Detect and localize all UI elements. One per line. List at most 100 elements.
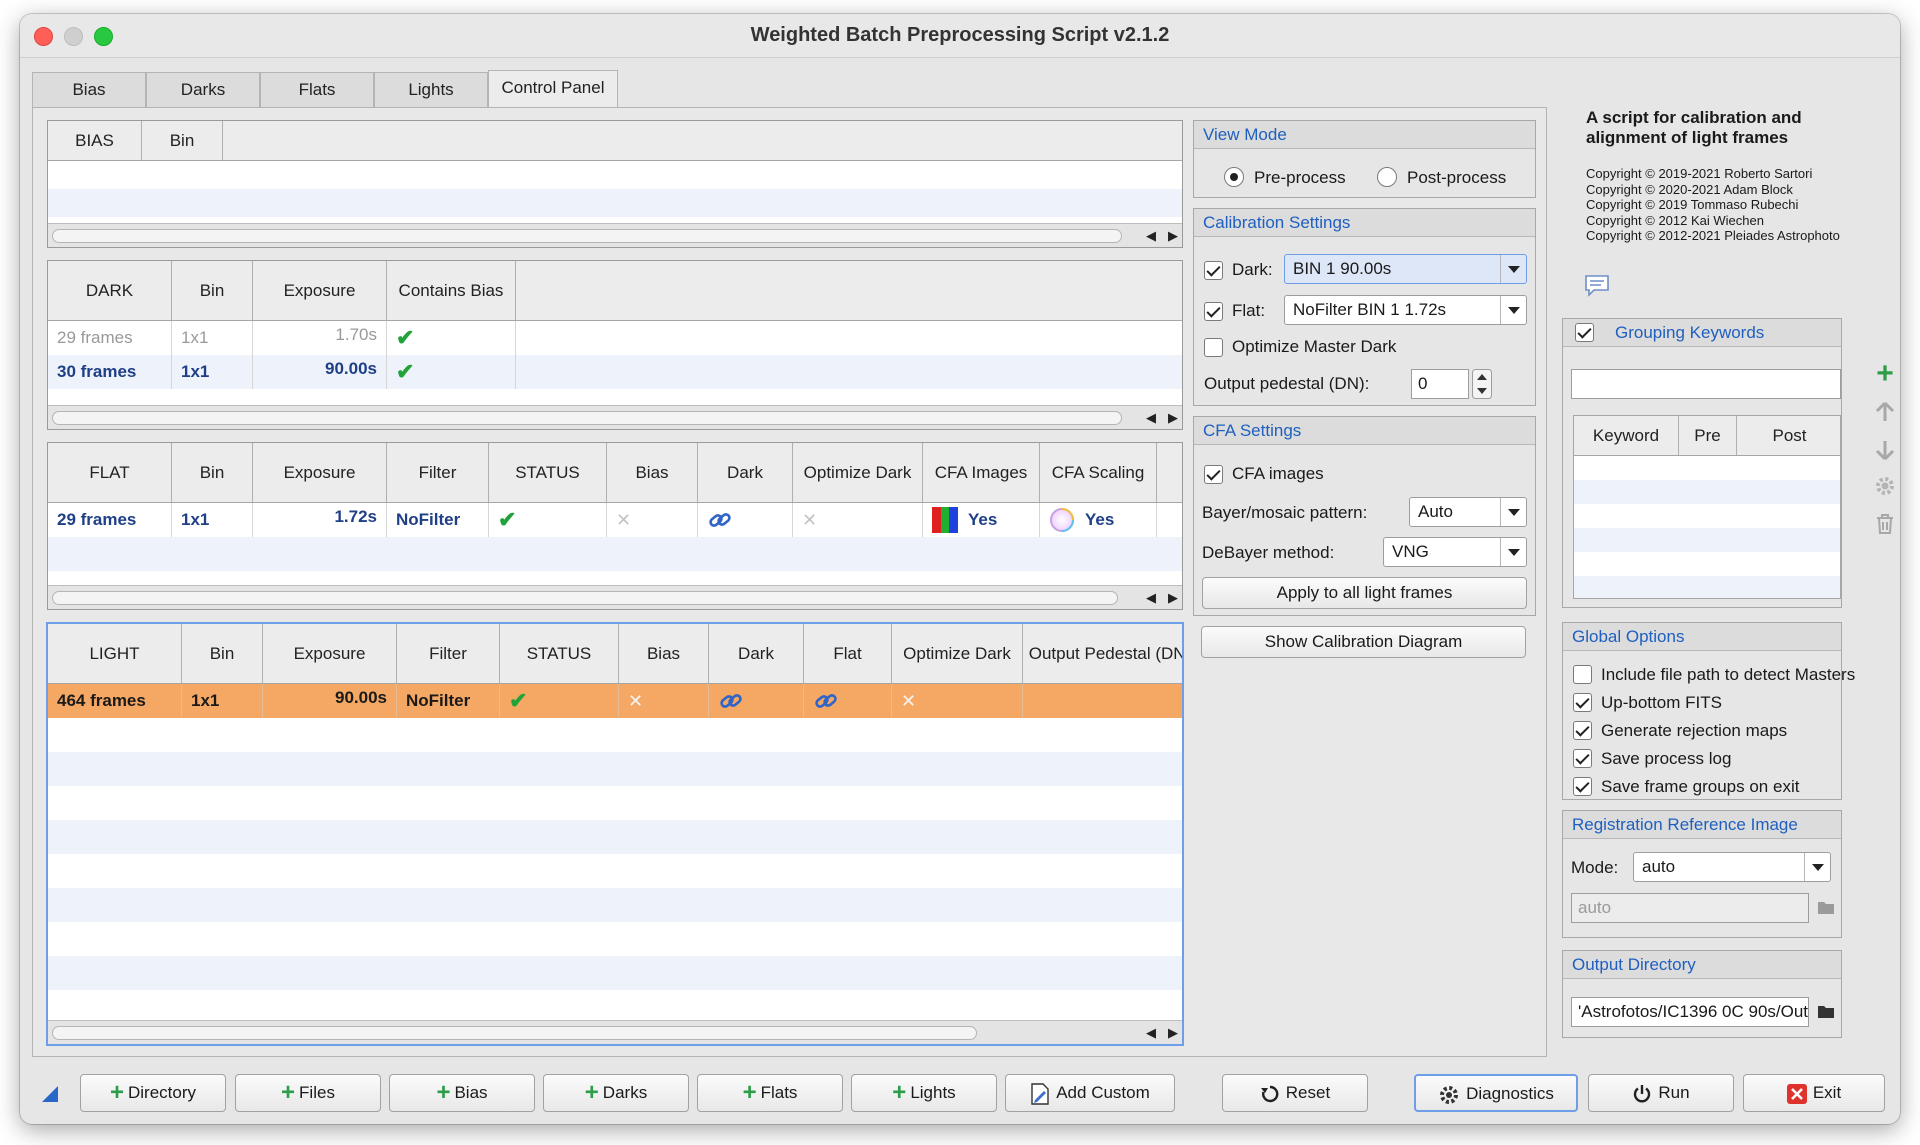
tab-lights[interactable]: Lights bbox=[374, 72, 488, 108]
column-header-dark[interactable]: Dark bbox=[698, 443, 793, 502]
optimize-master-dark-label[interactable]: Optimize Master Dark bbox=[1232, 337, 1396, 357]
column-header-optimize-dark[interactable]: Optimize Dark bbox=[892, 624, 1023, 683]
include-file-path-label[interactable]: Include file path to detect Masters bbox=[1601, 665, 1855, 685]
column-header-keyword[interactable]: Keyword bbox=[1574, 416, 1679, 455]
add-directory-button[interactable]: + Directory bbox=[80, 1074, 226, 1112]
table-row[interactable]: 29 frames 1x1 1.70s ✔ bbox=[48, 321, 1182, 355]
scroll-right-arrow-icon[interactable]: ▶ bbox=[1168, 408, 1178, 428]
tab-bias[interactable]: Bias bbox=[32, 72, 146, 108]
horizontal-scrollbar[interactable]: ◀ ▶ bbox=[48, 585, 1182, 609]
horizontal-scrollbar[interactable]: ◀ ▶ bbox=[48, 223, 1182, 247]
column-header-pre[interactable]: Pre bbox=[1679, 416, 1737, 455]
column-header-dark[interactable]: Dark bbox=[709, 624, 804, 683]
arrow-down-icon[interactable] bbox=[1873, 438, 1897, 462]
column-header-bin[interactable]: Bin bbox=[142, 121, 223, 160]
add-flats-button[interactable]: + Flats bbox=[697, 1074, 843, 1112]
dark-table[interactable]: DARK Bin Exposure Contains Bias 29 frame… bbox=[47, 260, 1183, 430]
tab-darks[interactable]: Darks bbox=[146, 72, 260, 108]
reference-image-input[interactable]: auto bbox=[1571, 893, 1809, 923]
scroll-left-arrow-icon[interactable]: ◀ bbox=[1146, 1023, 1156, 1043]
column-header-post[interactable]: Post bbox=[1737, 416, 1840, 455]
reset-button[interactable]: Reset bbox=[1222, 1074, 1368, 1112]
flat-table[interactable]: FLAT Bin Exposure Filter STATUS Bias Dar… bbox=[47, 442, 1183, 610]
scroll-left-arrow-icon[interactable]: ◀ bbox=[1146, 408, 1156, 428]
column-header-filter[interactable]: Filter bbox=[387, 443, 489, 502]
dark-select[interactable]: BIN 1 90.00s bbox=[1284, 254, 1527, 284]
save-frame-groups-label[interactable]: Save frame groups on exit bbox=[1601, 777, 1799, 797]
column-header-optimize-dark[interactable]: Optimize Dark bbox=[793, 443, 923, 502]
add-darks-button[interactable]: + Darks bbox=[543, 1074, 689, 1112]
column-header-contains-bias[interactable]: Contains Bias bbox=[387, 261, 516, 320]
column-header-bias[interactable]: BIAS bbox=[48, 121, 142, 160]
column-header-cfa-images[interactable]: CFA Images bbox=[923, 443, 1040, 502]
post-process-radio[interactable] bbox=[1377, 167, 1397, 187]
grouping-keywords-checkbox[interactable] bbox=[1575, 323, 1594, 342]
bias-table[interactable]: BIAS Bin ◀ ▶ bbox=[47, 120, 1183, 248]
generate-rejection-maps-label[interactable]: Generate rejection maps bbox=[1601, 721, 1787, 741]
spinner-arrows-icon[interactable] bbox=[1472, 369, 1492, 399]
arrow-up-icon[interactable] bbox=[1873, 400, 1897, 424]
pre-process-label[interactable]: Pre-process bbox=[1254, 168, 1346, 188]
column-header-light[interactable]: LIGHT bbox=[48, 624, 182, 683]
column-header-bin[interactable]: Bin bbox=[182, 624, 263, 683]
column-header-exposure[interactable]: Exposure bbox=[253, 261, 387, 320]
column-header-bin[interactable]: Bin bbox=[172, 261, 253, 320]
output-pedestal-input[interactable]: 0 bbox=[1411, 369, 1469, 399]
registration-mode-select[interactable]: auto bbox=[1633, 852, 1831, 882]
scroll-right-arrow-icon[interactable]: ▶ bbox=[1168, 226, 1178, 246]
keyword-input[interactable] bbox=[1571, 369, 1841, 399]
output-directory-input[interactable]: 'Astrofotos/IC1396 0C 90s/Output bbox=[1571, 997, 1809, 1027]
add-bias-button[interactable]: + Bias bbox=[389, 1074, 535, 1112]
generate-rejection-maps-checkbox[interactable] bbox=[1573, 721, 1592, 740]
dark-checkbox[interactable] bbox=[1204, 261, 1223, 280]
cfa-images-checkbox[interactable] bbox=[1204, 465, 1223, 484]
folder-icon[interactable] bbox=[1817, 899, 1835, 915]
column-header-dark[interactable]: DARK bbox=[48, 261, 172, 320]
tab-control-panel[interactable]: Control Panel bbox=[488, 70, 618, 108]
column-header-bias[interactable]: Bias bbox=[619, 624, 709, 683]
run-button[interactable]: Run bbox=[1588, 1074, 1734, 1112]
add-keyword-icon[interactable]: + bbox=[1873, 359, 1897, 389]
column-header-exposure[interactable]: Exposure bbox=[253, 443, 387, 502]
gear-icon[interactable] bbox=[1873, 474, 1897, 498]
horizontal-scrollbar[interactable]: ◀ ▶ bbox=[48, 1020, 1182, 1044]
folder-icon[interactable] bbox=[1817, 1003, 1835, 1019]
scroll-left-arrow-icon[interactable]: ◀ bbox=[1146, 588, 1156, 608]
optimize-master-dark-checkbox[interactable] bbox=[1204, 338, 1223, 357]
comment-icon[interactable] bbox=[1584, 274, 1610, 298]
flat-select[interactable]: NoFilter BIN 1 1.72s bbox=[1284, 295, 1527, 325]
column-header-status[interactable]: STATUS bbox=[489, 443, 607, 502]
column-header-status[interactable]: STATUS bbox=[500, 624, 619, 683]
column-header-bias[interactable]: Bias bbox=[607, 443, 698, 502]
scroll-right-arrow-icon[interactable]: ▶ bbox=[1168, 1023, 1178, 1043]
column-header-flat[interactable]: Flat bbox=[804, 624, 892, 683]
exit-button[interactable]: Exit bbox=[1743, 1074, 1885, 1112]
keywords-table[interactable]: Keyword Pre Post bbox=[1573, 415, 1841, 599]
diagnostics-button[interactable]: Diagnostics bbox=[1414, 1074, 1578, 1112]
column-header-cfa-scaling[interactable]: CFA Scaling bbox=[1040, 443, 1157, 502]
up-bottom-fits-label[interactable]: Up-bottom FITS bbox=[1601, 693, 1722, 713]
scroll-left-arrow-icon[interactable]: ◀ bbox=[1146, 226, 1156, 246]
up-bottom-fits-checkbox[interactable] bbox=[1573, 693, 1592, 712]
add-files-button[interactable]: + Files bbox=[235, 1074, 381, 1112]
debayer-method-select[interactable]: VNG bbox=[1383, 537, 1527, 567]
light-table[interactable]: LIGHT Bin Exposure Filter STATUS Bias Da… bbox=[46, 622, 1184, 1046]
save-process-log-label[interactable]: Save process log bbox=[1601, 749, 1731, 769]
table-row[interactable]: 30 frames 1x1 90.00s ✔ bbox=[48, 355, 1182, 389]
pre-process-radio[interactable] bbox=[1224, 167, 1244, 187]
column-header-output-pedestal[interactable]: Output Pedestal (DN) bbox=[1023, 624, 1182, 683]
tab-flats[interactable]: Flats bbox=[260, 72, 374, 108]
add-custom-button[interactable]: Add Custom bbox=[1005, 1074, 1175, 1112]
scroll-right-arrow-icon[interactable]: ▶ bbox=[1168, 588, 1178, 608]
add-lights-button[interactable]: + Lights bbox=[851, 1074, 997, 1112]
column-header-filter[interactable]: Filter bbox=[397, 624, 500, 683]
save-frame-groups-checkbox[interactable] bbox=[1573, 777, 1592, 796]
column-header-flat[interactable]: FLAT bbox=[48, 443, 172, 502]
column-header-bin[interactable]: Bin bbox=[172, 443, 253, 502]
column-header-exposure[interactable]: Exposure bbox=[263, 624, 397, 683]
horizontal-scrollbar[interactable]: ◀ ▶ bbox=[48, 405, 1182, 429]
save-process-log-checkbox[interactable] bbox=[1573, 749, 1592, 768]
resize-corner-icon[interactable] bbox=[40, 1084, 60, 1104]
cfa-images-label[interactable]: CFA images bbox=[1232, 464, 1324, 484]
trash-icon[interactable] bbox=[1873, 512, 1897, 536]
